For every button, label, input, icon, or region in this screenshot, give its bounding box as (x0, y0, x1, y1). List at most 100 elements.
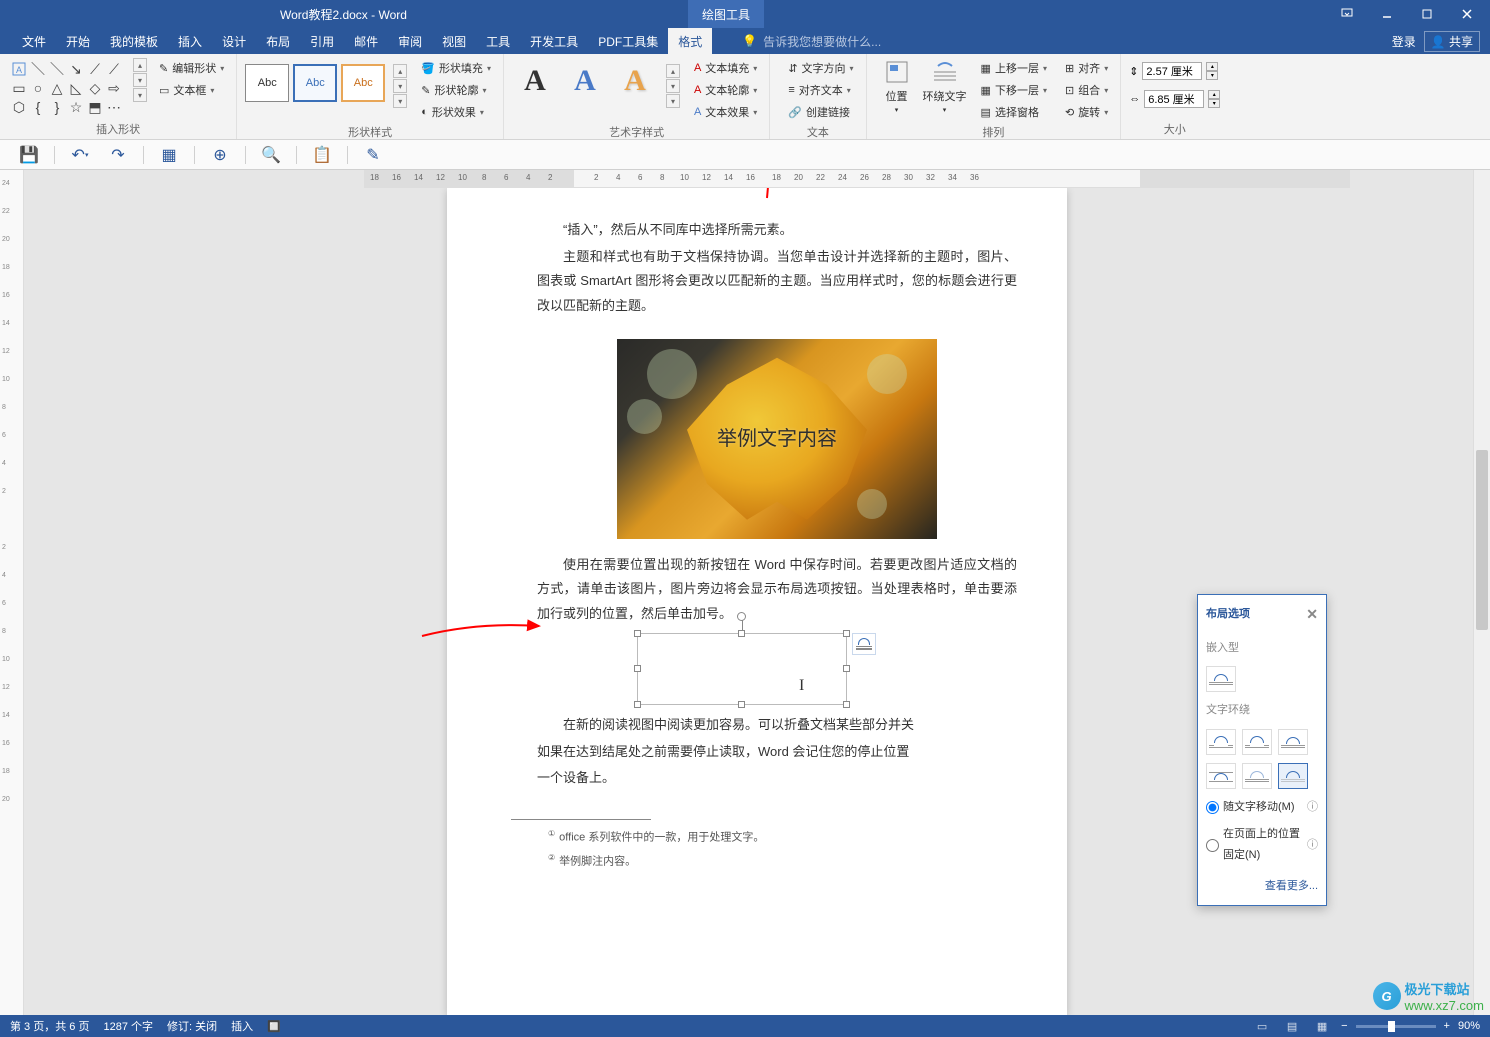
menu-file[interactable]: 文件 (12, 28, 56, 54)
view-web-icon[interactable]: ▦ (1311, 1018, 1333, 1034)
rotate-handle[interactable] (737, 612, 746, 621)
vertical-scrollbar[interactable] (1473, 170, 1490, 1015)
shape-callout-icon[interactable]: ⬒ (86, 98, 104, 116)
rotate-button[interactable]: ⟲旋转▾ (1061, 102, 1112, 122)
redo-icon[interactable]: ↷ (101, 143, 135, 167)
group-button[interactable]: ⊡组合▾ (1061, 80, 1112, 100)
selection-pane-button[interactable]: ▤选择窗格 (977, 102, 1051, 122)
wordart-style-1[interactable]: A (512, 58, 558, 104)
create-link-button[interactable]: 🔗创建链接 (784, 102, 857, 122)
wrap-opt-through[interactable] (1278, 729, 1308, 755)
save-icon[interactable]: 💾 (12, 143, 46, 167)
wrap-opt-front[interactable] (1278, 763, 1308, 789)
shape-freeform-icon[interactable]: ⟋ (105, 60, 123, 78)
shape-outline-button[interactable]: ✎形状轮廓▾ (417, 80, 495, 100)
gallery-down-icon[interactable]: ▾ (133, 73, 147, 87)
view-print-icon[interactable]: ▤ (1281, 1018, 1303, 1034)
vertical-ruler[interactable]: 2422 2018 1614 1210 86 42 24 68 1012 141… (0, 170, 24, 1015)
style-gallery-more-icon[interactable]: ▾ (393, 94, 407, 108)
popup-close-icon[interactable]: ✕ (1306, 601, 1318, 628)
height-up-icon[interactable]: ▴ (1206, 62, 1218, 71)
shape-rtriangle-icon[interactable]: ◺ (67, 79, 85, 97)
shapes-gallery[interactable]: A ＼ ＼ ↘ ⟋ ⟋ ▭ ○ △ ◺ ◇ ⇨ ⬡ { } ☆ ⬒ ⋯ (8, 58, 125, 118)
info-icon[interactable]: ⓘ (1307, 797, 1318, 818)
status-mode[interactable]: 插入 (231, 1018, 253, 1034)
menu-references[interactable]: 引用 (300, 28, 344, 54)
zoom-slider[interactable] (1356, 1025, 1436, 1028)
menu-view[interactable]: 视图 (432, 28, 476, 54)
shape-line2-icon[interactable]: ＼ (48, 60, 66, 78)
status-page[interactable]: 第 3 页，共 6 页 (10, 1018, 89, 1034)
resize-handle-bl[interactable] (634, 701, 641, 708)
text-direction-button[interactable]: ⇵文字方向▾ (784, 58, 857, 78)
menu-mailings[interactable]: 邮件 (344, 28, 388, 54)
zoom-level[interactable]: 90% (1458, 1020, 1480, 1032)
resize-handle-tr[interactable] (843, 630, 850, 637)
status-track[interactable]: 修订: 关闭 (167, 1018, 217, 1034)
shape-star-icon[interactable]: ☆ (67, 98, 85, 116)
align-text-button[interactable]: ≡对齐文本▾ (784, 80, 857, 100)
wrap-opt-behind[interactable] (1242, 763, 1272, 789)
wrap-opt-tight[interactable] (1242, 729, 1272, 755)
wordart-style-3[interactable]: A (612, 58, 658, 104)
shape-style-1[interactable]: Abc (245, 64, 289, 102)
qat-btn-3-icon[interactable]: 🔍 (254, 143, 288, 167)
shape-more-icon[interactable]: ⋯ (105, 98, 123, 116)
move-with-text-radio[interactable]: 随文字移动(M) ⓘ (1198, 793, 1326, 820)
menu-layout[interactable]: 布局 (256, 28, 300, 54)
text-box-button[interactable]: ▭文本框▾ (155, 80, 228, 100)
height-down-icon[interactable]: ▾ (1206, 71, 1218, 80)
zoom-out-icon[interactable]: − (1341, 1020, 1347, 1032)
align-button[interactable]: ⊞对齐▾ (1061, 58, 1112, 78)
shape-brace2-icon[interactable]: } (48, 98, 66, 116)
shape-rect-icon[interactable]: ▭ (10, 79, 28, 97)
wrap-text-button[interactable]: 环绕文字▾ (923, 58, 967, 114)
text-fill-button[interactable]: A文本填充▾ (690, 58, 761, 78)
shape-diamond-icon[interactable]: ◇ (86, 79, 104, 97)
menu-home[interactable]: 开始 (56, 28, 100, 54)
menu-tools[interactable]: 工具 (476, 28, 520, 54)
menu-developer[interactable]: 开发工具 (520, 28, 588, 54)
text-outline-button[interactable]: A文本轮廓▾ (690, 80, 761, 100)
wa-gallery-more-icon[interactable]: ▾ (666, 94, 680, 108)
tell-me-search[interactable]: 💡 告诉我您想要做什么... (742, 33, 881, 50)
zoom-in-icon[interactable]: + (1444, 1020, 1450, 1032)
qat-btn-1-icon[interactable]: ▦ (152, 143, 186, 167)
shape-fill-button[interactable]: 🪣形状填充▾ (417, 58, 495, 78)
view-read-icon[interactable]: ▭ (1251, 1018, 1273, 1034)
info-icon[interactable]: ⓘ (1307, 835, 1318, 856)
radio-fix-position[interactable] (1206, 839, 1219, 852)
wrap-opt-topbottom[interactable] (1206, 763, 1236, 789)
qat-btn-5-icon[interactable]: ✎ (356, 143, 390, 167)
horizontal-ruler[interactable]: 18161412 108642 2468 10121416 18202224 2… (364, 170, 1350, 188)
wrap-opt-square[interactable] (1206, 729, 1236, 755)
shape-ellipse-icon[interactable]: ○ (29, 79, 47, 97)
style-gallery-down-icon[interactable]: ▾ (393, 79, 407, 93)
resize-handle-ml[interactable] (634, 665, 641, 672)
share-button[interactable]: 👤 共享 (1424, 31, 1480, 52)
wrap-opt-inline[interactable] (1206, 666, 1236, 692)
shape-triangle-icon[interactable]: △ (48, 79, 66, 97)
edit-shape-button[interactable]: ✎编辑形状▾ (155, 58, 228, 78)
style-gallery-up-icon[interactable]: ▴ (393, 64, 407, 78)
shape-curve-icon[interactable]: ⟋ (86, 60, 104, 78)
gallery-up-icon[interactable]: ▴ (133, 58, 147, 72)
status-extra-icon[interactable]: 🔲 (267, 1020, 281, 1033)
wa-gallery-up-icon[interactable]: ▴ (666, 64, 680, 78)
height-input[interactable]: 2.57 厘米 (1142, 62, 1202, 80)
resize-handle-br[interactable] (843, 701, 850, 708)
qat-btn-2-icon[interactable]: ⊕ (203, 143, 237, 167)
layout-options-badge[interactable] (852, 633, 876, 655)
resize-handle-tl[interactable] (634, 630, 641, 637)
shape-brace-icon[interactable]: { (29, 98, 47, 116)
fix-position-radio[interactable]: 在页面上的位置固定(N) ⓘ (1198, 820, 1326, 868)
maximize-icon[interactable] (1408, 4, 1446, 24)
wordart-style-2[interactable]: A (562, 58, 608, 104)
menu-review[interactable]: 审阅 (388, 28, 432, 54)
width-up-icon[interactable]: ▴ (1208, 90, 1220, 99)
status-words[interactable]: 1287 个字 (103, 1018, 153, 1034)
document-page[interactable]: “插入”，然后从不同库中选择所需元素。 主题和样式也有助于文档保持协调。当您单击… (447, 188, 1067, 1015)
login-link[interactable]: 登录 (1392, 33, 1416, 50)
menu-pdf-tools[interactable]: PDF工具集 (588, 28, 668, 54)
undo-icon[interactable]: ↶▾ (63, 143, 97, 167)
